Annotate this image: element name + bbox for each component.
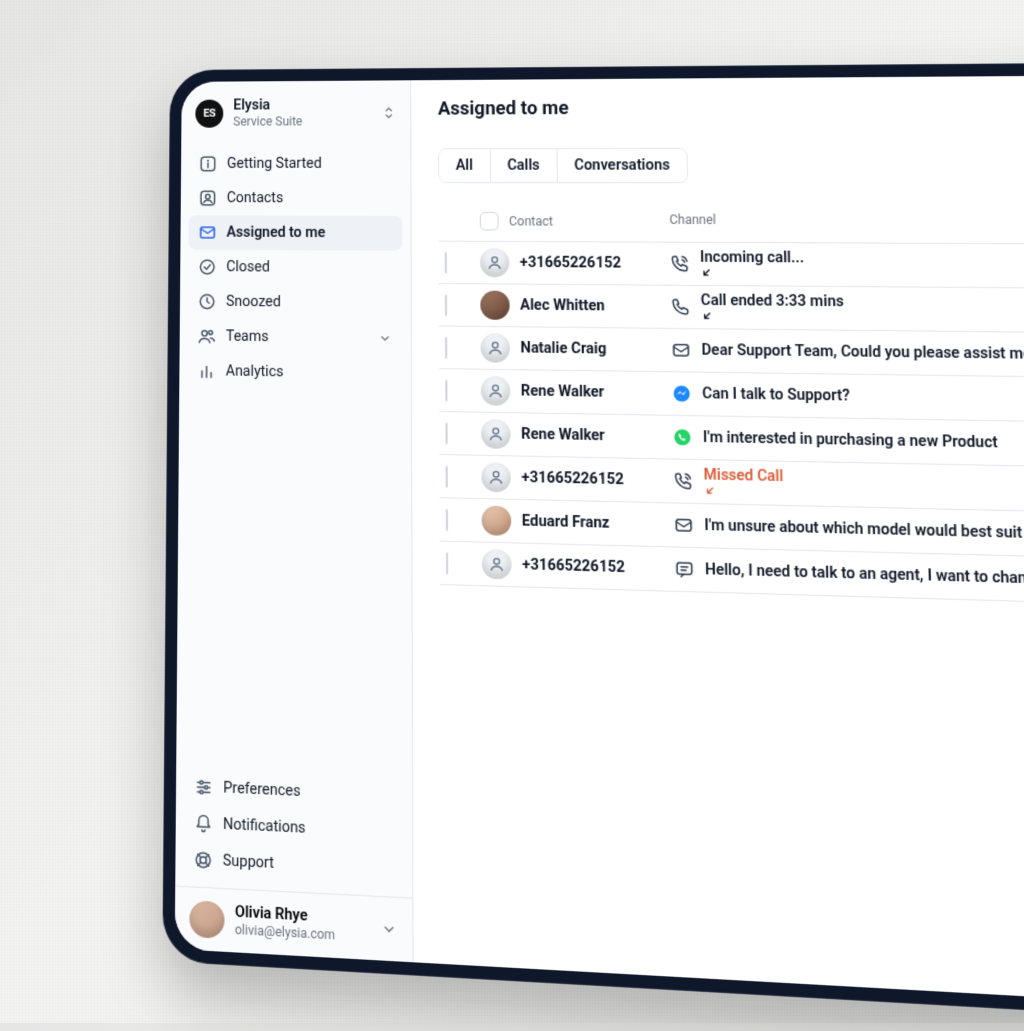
- avatar: [481, 333, 511, 363]
- message-preview: Incoming call...: [700, 249, 809, 279]
- nav-label: Analytics: [226, 363, 284, 380]
- row-checkbox[interactable]: [445, 336, 447, 358]
- tab-calls[interactable]: Calls: [490, 149, 557, 182]
- avatar: [482, 549, 512, 580]
- phone-icon: [671, 297, 691, 316]
- row-checkbox[interactable]: [445, 251, 447, 273]
- nav-label: Contacts: [227, 190, 284, 206]
- app-screen: ES Elysia Service Suite Getting Started C…: [175, 74, 1024, 1016]
- message-preview: I'm unsure about which model would best …: [704, 517, 1024, 546]
- table-header: Contact Channel: [438, 202, 1024, 246]
- avatar: [481, 376, 511, 406]
- chat-icon: [674, 559, 694, 579]
- chevron-down-icon: [378, 331, 392, 346]
- page-title: Assigned to me: [438, 93, 1024, 119]
- contact-name: Rene Walker: [521, 383, 605, 401]
- avatar: [481, 462, 511, 492]
- tabs: AllCallsConversations: [438, 148, 688, 183]
- avatar: [482, 505, 512, 535]
- sidebar-item-contacts[interactable]: Contacts: [189, 181, 403, 216]
- sidebar-footer-nav: Preferences Notifications Support: [175, 764, 412, 898]
- nav-label: Preferences: [223, 780, 300, 801]
- conversations-table: Contact Channel +31665226152 Incoming cal…: [438, 202, 1024, 612]
- main-content: Assigned to me AllCallsConversations Con…: [411, 74, 1024, 1016]
- mail-icon: [198, 224, 216, 242]
- arrow-down-left-icon: [700, 251, 809, 280]
- table-row[interactable]: +31665226152 Incoming call...: [438, 242, 1024, 291]
- message-preview: I'm interested in purchasing a new Produ…: [703, 429, 998, 452]
- users-icon: [198, 327, 216, 346]
- avatar: [480, 291, 509, 320]
- row-checkbox[interactable]: [446, 508, 448, 530]
- contact-name: +31665226152: [520, 254, 621, 271]
- nav-label: Support: [223, 852, 274, 872]
- message-preview: Can I talk to Support?: [702, 385, 850, 404]
- org-switcher[interactable]: ES Elysia Service Suite: [181, 80, 410, 143]
- email-icon: [671, 341, 691, 360]
- info-icon: [199, 155, 217, 173]
- contact-name: Natalie Craig: [520, 340, 606, 358]
- user-menu[interactable]: Olivia Rhye olivia@elysia.com: [175, 886, 413, 963]
- message-preview: Hello, I need to talk to an agent, I wan…: [705, 561, 1024, 592]
- org-logo: ES: [195, 99, 223, 127]
- org-sub: Service Suite: [233, 114, 371, 129]
- contact-name: Alec Whitten: [520, 297, 605, 314]
- tab-all[interactable]: All: [439, 149, 491, 182]
- whatsapp-icon: [673, 428, 693, 448]
- contact-name: Eduard Franz: [522, 513, 610, 532]
- avatar: [481, 419, 511, 449]
- phone-incoming-icon: [673, 471, 693, 491]
- sidebar-item-assigned-to-me[interactable]: Assigned to me: [188, 215, 402, 250]
- message-preview: Missed Call: [703, 467, 788, 499]
- device-frame: ES Elysia Service Suite Getting Started C…: [162, 61, 1024, 1031]
- users-square-icon: [199, 189, 217, 207]
- nav-label: Getting Started: [227, 156, 322, 172]
- nav-label: Snoozed: [226, 294, 281, 311]
- bell-icon: [194, 814, 213, 834]
- nav-label: Assigned to me: [227, 225, 326, 242]
- sidebar-item-analytics[interactable]: Analytics: [187, 354, 402, 392]
- nav-label: Teams: [226, 329, 269, 346]
- contact-name: Rene Walker: [521, 426, 605, 444]
- arrow-down-left-icon: [701, 295, 849, 324]
- chevron-up-down-icon: [382, 105, 396, 119]
- message-preview: Call ended 3:33 mins: [701, 292, 849, 323]
- sidebar-item-closed[interactable]: Closed: [188, 250, 402, 286]
- check-circle-icon: [198, 258, 216, 276]
- column-channel: Channel: [669, 212, 1024, 233]
- contact-name: +31665226152: [522, 556, 625, 576]
- life-buoy-icon: [194, 850, 213, 870]
- nav-label: Notifications: [223, 816, 306, 837]
- sidebar-item-teams[interactable]: Teams: [188, 319, 403, 356]
- clock-icon: [198, 293, 216, 312]
- sidebar-item-getting-started[interactable]: Getting Started: [189, 147, 402, 182]
- chevron-down-icon: [381, 920, 398, 938]
- message-preview: Dear Support Team, Could you please assi…: [701, 342, 1024, 365]
- sidebar: ES Elysia Service Suite Getting Started C…: [175, 80, 414, 962]
- nav-label: Closed: [226, 259, 269, 276]
- avatar: [189, 900, 224, 939]
- sidebar-item-snoozed[interactable]: Snoozed: [188, 284, 403, 321]
- bar-chart-icon: [197, 362, 215, 381]
- arrow-down-left-icon: [704, 469, 788, 498]
- sidebar-nav: Getting Started Contacts Assigned to me Clo…: [179, 142, 411, 396]
- row-checkbox[interactable]: [446, 465, 448, 487]
- sliders-icon: [194, 777, 213, 797]
- messenger-icon: [672, 384, 692, 403]
- row-checkbox[interactable]: [446, 552, 448, 574]
- org-name: Elysia: [233, 97, 371, 115]
- row-checkbox[interactable]: [445, 422, 447, 444]
- avatar: [480, 248, 509, 277]
- tab-conversations[interactable]: Conversations: [557, 149, 687, 182]
- select-all-checkbox[interactable]: [480, 212, 499, 231]
- phone-incoming-icon: [670, 254, 690, 273]
- email-icon: [674, 515, 694, 535]
- column-contact: Contact: [509, 214, 553, 229]
- row-checkbox[interactable]: [445, 379, 447, 401]
- row-checkbox[interactable]: [445, 294, 447, 316]
- contact-name: +31665226152: [521, 469, 623, 488]
